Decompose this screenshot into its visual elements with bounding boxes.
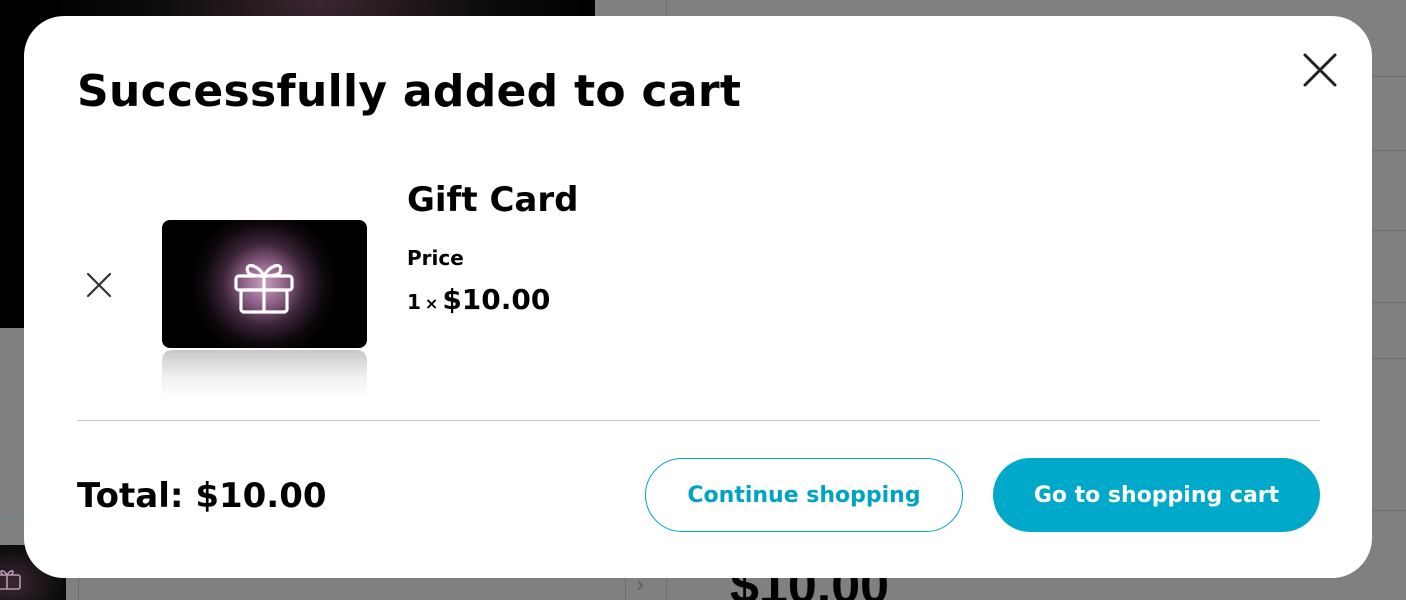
quantity-price-line: 1 × $10.00 bbox=[407, 282, 550, 322]
product-image[interactable] bbox=[162, 220, 367, 348]
multiply-symbol: × bbox=[424, 294, 439, 313]
item-quantity: 1 bbox=[407, 290, 421, 314]
product-name[interactable]: Gift Card bbox=[407, 180, 578, 220]
product-image-reflection bbox=[162, 350, 367, 398]
continue-shopping-button[interactable]: Continue shopping bbox=[645, 458, 963, 532]
background-line bbox=[1372, 302, 1406, 303]
background-chevron-icon: › bbox=[636, 573, 645, 598]
remove-item-button[interactable] bbox=[84, 270, 114, 300]
background-line bbox=[1372, 510, 1406, 511]
item-unit-price: $10.00 bbox=[442, 283, 551, 316]
background-line bbox=[1372, 230, 1406, 231]
background-panel bbox=[78, 578, 626, 600]
added-to-cart-modal: Successfully added to cart Gift Card Pri… bbox=[24, 16, 1372, 578]
divider bbox=[77, 420, 1320, 421]
background-line bbox=[1372, 76, 1406, 77]
close-icon bbox=[1303, 53, 1337, 87]
remove-icon bbox=[86, 272, 112, 298]
go-to-cart-button[interactable]: Go to shopping cart bbox=[993, 458, 1320, 532]
price-label: Price bbox=[407, 246, 464, 270]
modal-title: Successfully added to cart bbox=[77, 66, 742, 117]
background-gift-icon bbox=[0, 570, 21, 590]
cart-total: Total: $10.00 bbox=[77, 476, 327, 516]
gift-icon bbox=[234, 264, 294, 314]
background-line bbox=[1372, 150, 1406, 151]
background-line bbox=[1372, 358, 1406, 359]
close-button[interactable] bbox=[1300, 50, 1340, 90]
